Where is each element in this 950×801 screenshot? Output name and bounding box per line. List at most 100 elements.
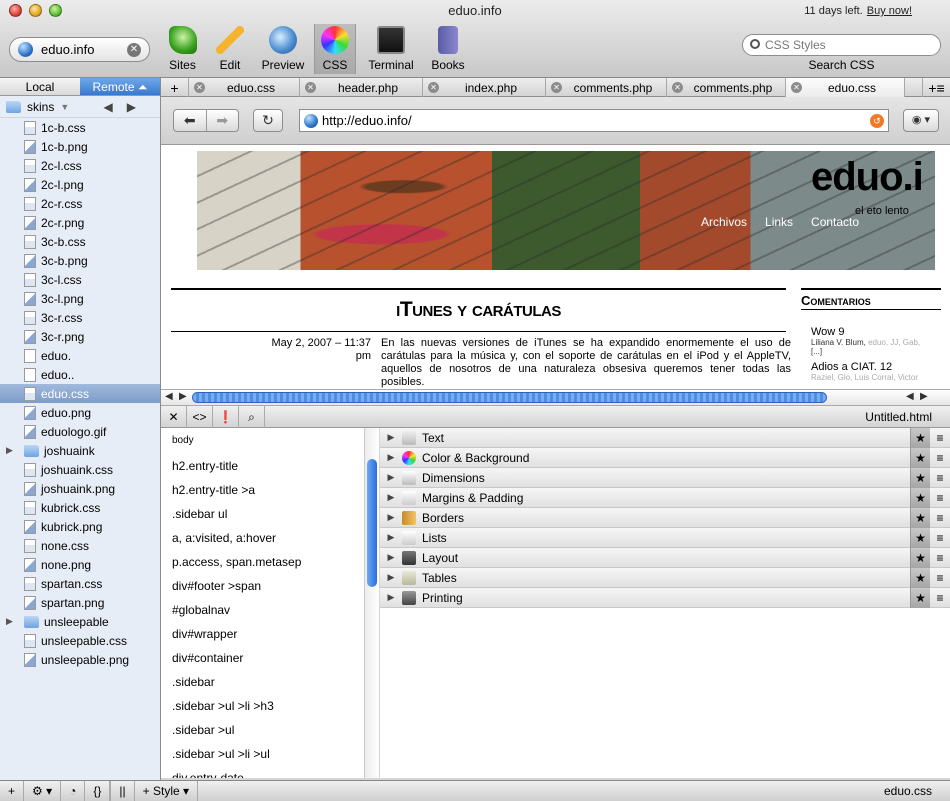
selector-item[interactable]: div#container xyxy=(161,646,378,670)
star-icon[interactable]: ★ xyxy=(910,568,930,588)
tab-overflow-button[interactable]: +≡ xyxy=(922,78,950,97)
alert-icon[interactable]: ❗ xyxy=(213,405,239,428)
disclosure-triangle-icon[interactable]: ▶ xyxy=(380,532,402,543)
tab-eduo-css[interactable]: ✕ eduo.css xyxy=(189,78,300,97)
selector-item[interactable]: .sidebar >ul >li >ul xyxy=(161,742,378,766)
comment-title[interactable]: Wow xyxy=(811,326,835,338)
nav-link[interactable]: Archivos xyxy=(701,215,747,229)
selector-item[interactable]: h2.entry-title xyxy=(161,454,378,478)
file-row[interactable]: 1c-b.png xyxy=(0,137,160,156)
tab-comments-php[interactable]: ✕ comments.php xyxy=(667,78,786,97)
tab-index-php[interactable]: ✕ index.php xyxy=(423,78,546,97)
tab-header-php[interactable]: ✕ header.php xyxy=(300,78,423,97)
reload-icon[interactable]: ↻ xyxy=(253,109,283,132)
selector-item[interactable]: h2.entry-title >a xyxy=(161,478,378,502)
rss-icon[interactable]: ◔ xyxy=(61,780,86,801)
star-icon[interactable]: ★ xyxy=(910,548,930,568)
file-row[interactable]: spartan.css xyxy=(0,574,160,593)
disclosure-triangle-icon[interactable]: ▶ xyxy=(380,472,402,483)
star-icon[interactable]: ★ xyxy=(910,428,930,448)
buy-now-link[interactable]: Buy now! xyxy=(867,5,912,17)
comment-item[interactable]: Adios a CIAT. 12 Raziel, Glo, Luis Corra… xyxy=(811,361,918,382)
property-group[interactable]: ▶ Layout ★ ≡ xyxy=(380,548,950,568)
close-tab-icon[interactable]: ✕ xyxy=(791,82,802,93)
selector-item[interactable]: .sidebar >ul xyxy=(161,718,378,742)
site-selector[interactable]: eduo.info ✕ xyxy=(9,37,150,62)
file-row[interactable]: 2c-l.png xyxy=(0,175,160,194)
file-row[interactable]: eduo.png xyxy=(0,403,160,422)
selector-item[interactable]: .sidebar xyxy=(161,670,378,694)
search-icon[interactable]: ⌕ xyxy=(239,405,265,428)
file-row[interactable]: unsleepable.png xyxy=(0,650,160,669)
menu-icon[interactable]: ≡ xyxy=(930,508,950,528)
file-row[interactable]: unsleepable.css xyxy=(0,631,160,650)
selector-item[interactable]: .sidebar >ul >li >h3 xyxy=(161,694,378,718)
new-tab-button[interactable]: + xyxy=(161,78,189,97)
file-row[interactable]: 3c-b.css xyxy=(0,232,160,251)
selector-item[interactable]: div#wrapper xyxy=(161,622,378,646)
remote-tab[interactable]: Remote ⏶ xyxy=(80,78,160,95)
star-icon[interactable]: ★ xyxy=(910,468,930,488)
file-row[interactable]: 2c-l.css xyxy=(0,156,160,175)
back-arrow-icon[interactable]: ⬅ xyxy=(174,110,207,131)
selector-item[interactable]: a, a:visited, a:hover xyxy=(161,526,378,550)
browser-select-button[interactable]: ◉ ▾ xyxy=(903,109,939,132)
menu-icon[interactable]: ≡ xyxy=(930,528,950,548)
scroll-right-icon[interactable]: ▶ xyxy=(920,391,928,402)
close-tab-icon[interactable]: ✕ xyxy=(194,82,205,93)
close-icon[interactable]: ✕ xyxy=(161,405,187,428)
file-row[interactable]: 3c-r.png xyxy=(0,327,160,346)
star-icon[interactable]: ★ xyxy=(910,448,930,468)
disclosure-triangle-icon[interactable]: ▶ xyxy=(380,552,402,563)
menu-icon[interactable]: ≡ xyxy=(930,428,950,448)
file-row[interactable]: 3c-l.png xyxy=(0,289,160,308)
chevron-down-icon[interactable]: ▼ xyxy=(60,102,69,112)
scroll-thumb[interactable] xyxy=(367,459,377,587)
close-tab-icon[interactable]: ✕ xyxy=(305,82,316,93)
comment-more[interactable]: [...] xyxy=(811,347,920,356)
file-row[interactable]: 3c-l.css xyxy=(0,270,160,289)
preview-horizontal-scrollbar[interactable]: ◀ ▶ ◀ ▶ xyxy=(161,389,950,406)
code-icon[interactable]: <> xyxy=(187,405,213,428)
menu-icon[interactable]: ≡ xyxy=(930,568,950,588)
selector-item[interactable]: body xyxy=(161,428,378,454)
file-row[interactable]: kubrick.png xyxy=(0,517,160,536)
close-tab-icon[interactable]: ✕ xyxy=(428,82,439,93)
menu-icon[interactable]: ≡ xyxy=(930,588,950,608)
terminal-button[interactable]: Terminal xyxy=(366,24,416,74)
menu-icon[interactable]: ≡ xyxy=(930,488,950,508)
comment-title[interactable]: Adios a CIAT. xyxy=(811,361,877,373)
selector-item[interactable]: p.access, span.metasep xyxy=(161,550,378,574)
file-row[interactable]: 2c-r.css xyxy=(0,194,160,213)
local-tab[interactable]: Local xyxy=(0,78,80,95)
disclosure-triangle-icon[interactable]: ▶ xyxy=(380,512,402,523)
property-group[interactable]: ▶ Text ★ ≡ xyxy=(380,428,950,448)
nav-link[interactable]: Contacto xyxy=(811,215,859,229)
scroll-right-icon[interactable]: ▶ xyxy=(179,391,187,402)
css-search-input[interactable]: CSS Styles xyxy=(742,34,941,56)
history-arrows[interactable]: ◀▶ xyxy=(104,100,150,114)
braces-icon[interactable]: {} xyxy=(85,780,111,801)
scroll-thumb[interactable] xyxy=(192,392,827,403)
disclosure-triangle-icon[interactable]: ▶ xyxy=(380,592,402,603)
star-icon[interactable]: ★ xyxy=(910,588,930,608)
menu-icon[interactable]: ≡ xyxy=(930,448,950,468)
file-row[interactable]: 3c-b.png xyxy=(0,251,160,270)
file-row[interactable]: 1c-b.css xyxy=(0,118,160,137)
close-tab-icon[interactable]: ✕ xyxy=(551,82,562,93)
disclosure-triangle-icon[interactable]: ▶ xyxy=(380,452,402,463)
selector-item[interactable]: div#footer >span xyxy=(161,574,378,598)
selector-scrollbar[interactable] xyxy=(364,428,379,778)
scroll-left-icon[interactable]: ◀ xyxy=(906,391,914,402)
file-row[interactable]: eduologo.gif xyxy=(0,422,160,441)
selector-item[interactable]: div.entry-date xyxy=(161,766,378,778)
gear-icon[interactable]: ⚙ ▾ xyxy=(24,780,62,801)
file-row[interactable]: eduo.. xyxy=(0,365,160,384)
property-group[interactable]: ▶ Borders ★ ≡ xyxy=(380,508,950,528)
comment-item[interactable]: Wow 9 Liliana V. Blum, eduo, JJ, Gab, [.… xyxy=(811,326,920,356)
file-row[interactable]: none.png xyxy=(0,555,160,574)
star-icon[interactable]: ★ xyxy=(910,528,930,548)
refresh-icon[interactable]: ↺ xyxy=(870,113,884,128)
folder-row[interactable]: unsleepable xyxy=(0,612,160,631)
add-style-button[interactable]: + Style ▾ xyxy=(135,780,199,801)
